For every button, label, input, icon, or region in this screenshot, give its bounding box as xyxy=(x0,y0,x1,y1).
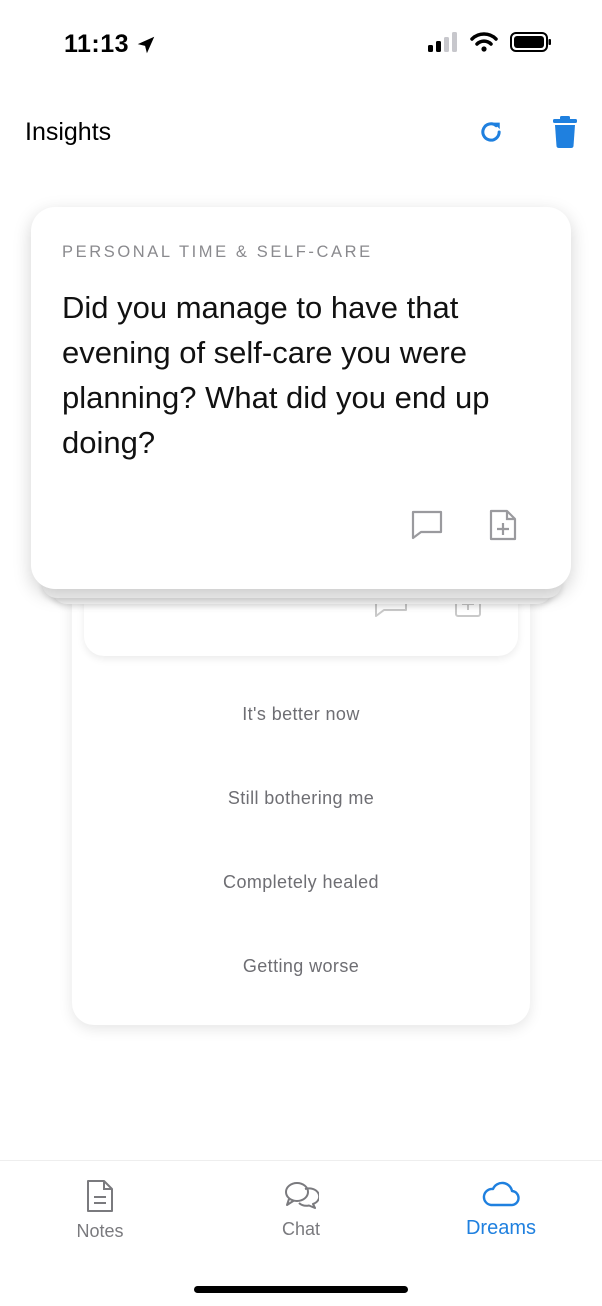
delete-button[interactable] xyxy=(547,114,583,150)
status-time-text: 11:13 xyxy=(64,30,130,58)
status-icons xyxy=(428,32,552,52)
location-arrow-icon xyxy=(137,36,155,53)
answer-card: It's better now Still bothering me Compl… xyxy=(72,560,530,1025)
add-note-button[interactable] xyxy=(487,509,519,541)
tab-chat[interactable]: Chat xyxy=(241,1179,361,1249)
add-note-icon xyxy=(489,509,517,541)
option-still-bothering[interactable]: Still bothering me xyxy=(72,756,530,840)
tab-bar: Notes Chat Dreams xyxy=(0,1160,602,1306)
card-question: Did you manage to have that evening of s… xyxy=(62,290,490,460)
card-actions xyxy=(411,509,519,541)
option-better-now[interactable]: It's better now xyxy=(72,672,530,756)
chat-icon xyxy=(285,1182,319,1209)
wifi-icon xyxy=(470,32,498,52)
option-completely-healed[interactable]: Completely healed xyxy=(72,840,530,924)
insights-screen: 11:13 Insights It's better now Still bot… xyxy=(0,0,602,1306)
tab-notes[interactable]: Notes xyxy=(40,1179,160,1249)
refresh-icon xyxy=(481,122,501,142)
comment-icon xyxy=(411,510,443,540)
comment-button[interactable] xyxy=(411,509,443,541)
signal-icon xyxy=(428,32,457,52)
trash-icon xyxy=(553,116,577,148)
note-icon xyxy=(87,1180,113,1212)
refresh-button[interactable] xyxy=(473,114,509,150)
home-indicator xyxy=(194,1286,408,1293)
status-time: 11:13 xyxy=(64,30,157,59)
card-category: PERSONAL TIME & SELF-CARE xyxy=(62,243,373,261)
tab-chat-label: Chat xyxy=(281,1219,321,1239)
tab-dreams[interactable]: Dreams xyxy=(441,1179,561,1249)
cloud-icon xyxy=(482,1181,520,1207)
page-title: Insights xyxy=(25,118,112,146)
option-getting-worse[interactable]: Getting worse xyxy=(72,924,530,1008)
insight-card[interactable]: PERSONAL TIME & SELF-CARE Did you manage… xyxy=(31,207,571,589)
answer-options: It's better now Still bothering me Compl… xyxy=(72,672,530,1008)
tab-dreams-label: Dreams xyxy=(465,1217,536,1239)
battery-icon xyxy=(510,32,551,52)
tab-notes-label: Notes xyxy=(76,1221,124,1241)
